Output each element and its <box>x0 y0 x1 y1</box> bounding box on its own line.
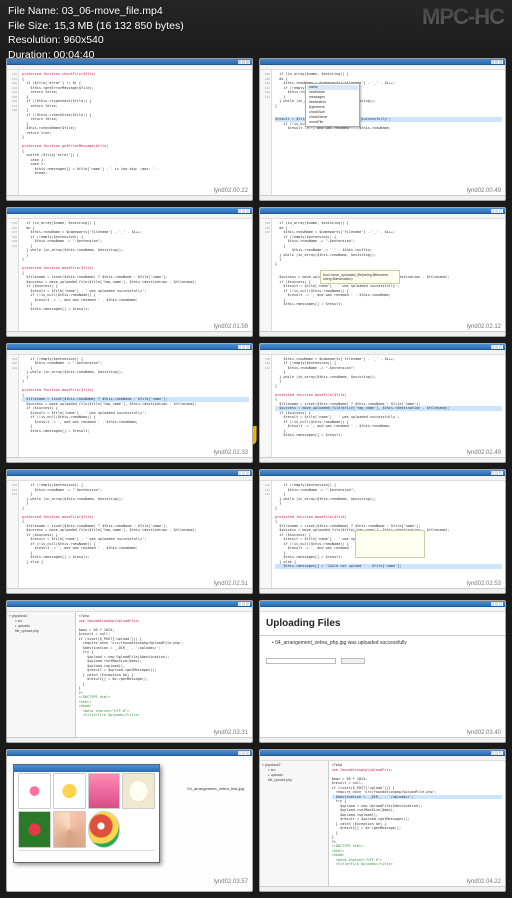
dialog-footer <box>18 850 155 860</box>
provider-watermark: lynd02.03.31 <box>213 730 249 736</box>
provider-watermark: lynd02.01.59 <box>213 324 249 330</box>
window-titlebar <box>260 601 505 607</box>
line-gutter: 140 141 142 <box>260 481 272 588</box>
status-bar <box>260 737 505 742</box>
image-thumb[interactable] <box>88 811 121 847</box>
window-titlebar <box>7 601 252 607</box>
code-area[interactable]: if (!empty($extension)) { $this->newName… <box>19 481 252 588</box>
file-name-value: 03_06-move_file.mp4 <box>62 5 163 17</box>
image-thumb[interactable] <box>88 773 121 809</box>
frame-4[interactable]: 135 136 137 if (in_array($name, $existin… <box>259 207 506 337</box>
page-heading: Uploading Files <box>260 612 505 636</box>
autocomplete-popup[interactable]: name newName messages destination typech… <box>305 83 360 127</box>
provider-watermark: lynd02.02.49 <box>466 450 502 456</box>
hint-tooltip: bool move_uploaded_file(string $filename… <box>320 270 400 284</box>
tree-file: file_upload.php <box>262 778 326 783</box>
filename-field[interactable]: 04_arrangement_zebra_test.jpg <box>187 786 244 791</box>
status-bar <box>260 331 505 336</box>
provider-watermark: lynd02.02.51 <box>213 581 249 587</box>
dialog-titlebar <box>14 765 159 772</box>
line-gutter: 130 131 132 133 134 135 136 137 138 <box>7 70 19 195</box>
provider-watermark: lynd02.00.49 <box>466 188 502 194</box>
status-bar <box>7 588 252 593</box>
tree-file: file_upload.php <box>9 629 73 634</box>
frame-7[interactable]: 140 141 142 if (!empty($extension)) { $t… <box>6 469 253 594</box>
image-thumb[interactable] <box>122 773 155 809</box>
hint-tooltip <box>355 530 425 558</box>
provider-watermark: lynd02.02.33 <box>213 450 249 456</box>
frame-6[interactable]: 138 139 140 $this->newName = $nameparts[… <box>259 343 506 464</box>
file-size-value: 15,3 MB (16 132 850 bytes) <box>54 20 184 32</box>
window-titlebar <box>260 344 505 350</box>
project-tree[interactable]: phpclass2 src uploads file_upload.php <box>260 761 329 886</box>
window-titlebar <box>7 344 252 350</box>
window-titlebar <box>7 470 252 476</box>
line-gutter: 139 140 141 <box>7 355 19 458</box>
code-area[interactable]: <?php use foundationphp\UploadFile; $max… <box>76 612 252 737</box>
line-gutter: 138 139 140 <box>260 355 272 458</box>
status-bar <box>260 195 505 200</box>
frame-2[interactable]: 138 139 140 141 142 143 if (in_array($na… <box>259 58 506 201</box>
autocomplete-item: moveFile <box>307 120 358 125</box>
resolution-value: 960x540 <box>63 34 103 46</box>
status-bar <box>7 331 252 336</box>
status-bar <box>7 737 252 742</box>
frame-8[interactable]: 140 141 142 if (!empty($extension)) { $t… <box>259 469 506 594</box>
frame-10[interactable]: Uploading Files 04_arrangement_zebra_php… <box>259 600 506 743</box>
success-message: 04_arrangement_zebra_php.jpg was uploade… <box>260 636 505 648</box>
window-titlebar <box>260 750 505 756</box>
status-bar <box>260 457 505 462</box>
status-bar <box>7 195 252 200</box>
code-area[interactable]: $this->newName = $nameparts['filename'] … <box>272 355 505 458</box>
line-gutter: 135 136 137 <box>260 219 272 331</box>
status-bar <box>7 457 252 462</box>
code-area[interactable]: protected function checkFile($file) { if… <box>19 70 252 195</box>
provider-watermark: lynd02.03.40 <box>466 730 502 736</box>
duration-value: 00:04:40 <box>54 49 95 61</box>
status-bar <box>260 886 505 891</box>
frame-5[interactable]: 139 140 141 if (!empty($extension)) { $t… <box>6 343 253 464</box>
file-chooser[interactable] <box>266 658 336 664</box>
window-titlebar <box>260 470 505 476</box>
thumbnail-grid: 130 131 132 133 134 135 136 137 138 prot… <box>0 0 512 898</box>
line-gutter: 135 136 137 138 139 140 <box>7 219 19 331</box>
code-area[interactable]: <?php use foundationphp\UploadFile; $max… <box>329 761 505 886</box>
line-gutter: 138 139 140 141 142 143 <box>260 70 272 195</box>
video-info-overlay: File Name: 03_06-move_file.mp4 File Size… <box>0 0 512 67</box>
frame-3[interactable]: 135 136 137 138 139 140 if (in_array($na… <box>6 207 253 337</box>
window-titlebar <box>7 750 252 756</box>
code-area[interactable]: if (in_array($name, $existing)) { do { $… <box>19 219 252 331</box>
line-gutter: 140 141 142 <box>7 481 19 588</box>
provider-watermark: lynd02.04.22 <box>466 879 502 885</box>
provider-watermark: lynd02.02.53 <box>466 581 502 587</box>
window-titlebar <box>7 208 252 214</box>
project-tree[interactable]: phpclass2 src uploads file_upload.php <box>7 612 76 737</box>
image-thumb[interactable] <box>18 773 51 809</box>
image-thumb[interactable] <box>53 773 86 809</box>
provider-watermark: lynd02.02.12 <box>466 324 502 330</box>
frame-11[interactable]: 04_arrangement_zebra_test.jpg lynd02.03.… <box>6 749 253 892</box>
status-bar <box>260 588 505 593</box>
provider-watermark: lynd02.03.57 <box>213 879 249 885</box>
provider-watermark: lynd02.00.22 <box>213 188 249 194</box>
image-thumb[interactable] <box>53 811 86 847</box>
code-area[interactable]: if (!empty($extension)) { $this->newName… <box>19 355 252 458</box>
frame-9[interactable]: phpclass2 src uploads file_upload.php <?… <box>6 600 253 743</box>
upload-button[interactable] <box>341 658 365 664</box>
file-picker-dialog[interactable] <box>13 764 160 863</box>
image-thumb[interactable] <box>18 811 51 847</box>
frame-12[interactable]: phpclass2 src uploads file_upload.php <?… <box>259 749 506 892</box>
window-titlebar <box>260 208 505 214</box>
frame-1[interactable]: 130 131 132 133 134 135 136 137 138 prot… <box>6 58 253 201</box>
